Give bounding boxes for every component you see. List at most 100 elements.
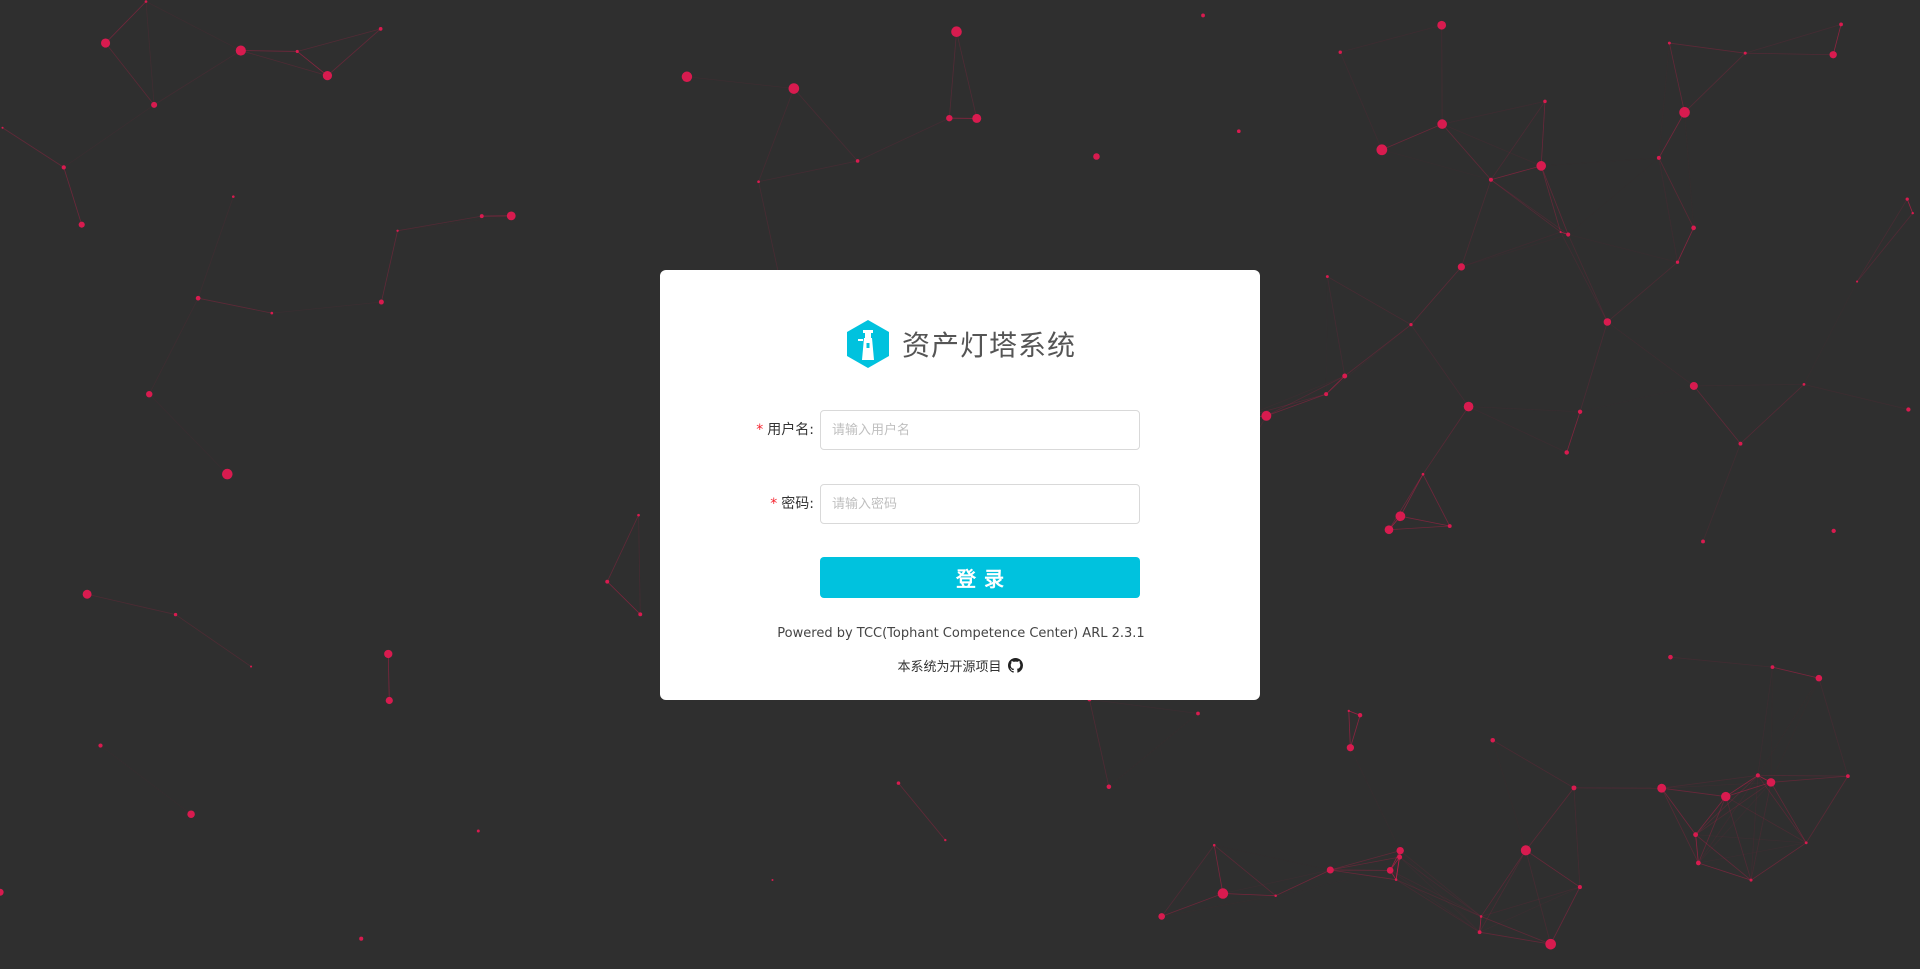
network-node [1342,373,1348,379]
network-node [221,468,233,480]
network-node [1479,915,1483,918]
network-link [758,181,780,275]
network-link [1560,231,1608,323]
network-link [948,31,957,119]
network-node [1217,888,1229,899]
network-link [1480,850,1527,917]
network-node [1338,50,1342,54]
network-node [1447,524,1452,528]
network-link [1568,234,1678,263]
network-link [1468,406,1567,453]
network-link [1325,375,1346,395]
network-link [63,104,155,168]
network-link [1461,234,1569,268]
network-node [1829,51,1837,59]
network-link [1222,869,1331,894]
network-link [1389,870,1480,933]
network-link [198,297,272,314]
network-node [605,579,610,584]
network-node [1212,843,1216,847]
network-link [380,230,398,303]
network-node [61,165,66,170]
network-node [1397,854,1403,860]
username-row: * 用户名: [660,410,1260,450]
network-link [1607,261,1678,323]
network-node [972,113,982,123]
network-link [240,50,328,77]
github-icon[interactable] [1007,658,1023,673]
network-node [1490,737,1496,743]
network-link [1213,845,1224,894]
network-node [195,295,201,301]
network-link [1856,198,1908,282]
network-link [1757,775,1807,844]
password-label: * 密码: [770,484,814,524]
network-node [146,390,153,398]
network-node [144,0,148,3]
app-title: 资产灯塔系统 [901,329,1076,362]
network-link [1659,43,1669,158]
network-node [187,810,195,818]
network-node [98,743,103,748]
network-link [1661,788,1699,864]
network-node [1158,913,1166,920]
network-node [476,829,480,833]
network-node [1394,878,1398,881]
network-link [1745,52,1834,56]
network-link [1213,844,1276,897]
network-link [105,1,147,44]
network-link [175,614,252,667]
network-node [250,665,253,668]
network-node [1384,525,1394,535]
network-node [384,649,393,659]
network-link [397,215,482,232]
network-link [1389,869,1482,917]
network-node [82,589,92,599]
network-link [1677,227,1694,263]
network-link [686,76,794,89]
network-link [1442,123,1542,167]
network-link [1461,231,1561,268]
password-input[interactable] [820,484,1140,524]
network-link [1388,473,1424,530]
login-button[interactable]: 登录 [820,557,1140,598]
network-node [1856,280,1859,283]
network-link [1661,774,1758,789]
network-link [1089,699,1110,787]
network-link [1490,101,1546,180]
network-link [1566,411,1581,453]
network-link [1856,212,1914,282]
network-node [855,159,860,163]
network-link [1772,666,1819,679]
network-node [1749,878,1753,882]
network-node [1201,13,1205,18]
network-node [1701,539,1705,544]
username-input[interactable] [820,410,1140,450]
network-link [1771,667,1772,782]
network-link [271,301,382,314]
network-node [1488,177,1493,182]
network-node [1839,22,1843,27]
network-node [1802,383,1806,386]
network-node [1668,654,1673,660]
network-node [1543,99,1547,104]
network-node [506,211,516,221]
network-link [1685,112,1694,228]
network-node [1324,392,1329,397]
network-link [1540,165,1569,235]
network-node [1386,867,1394,874]
network-link [857,117,950,162]
network-link [1758,678,1819,775]
network-node [1905,197,1909,201]
network-link [1698,862,1752,881]
network-link [1222,893,1276,897]
network-link [1568,158,1659,235]
network-link [1695,834,1752,881]
login-card: 资产灯塔系统 *用户名: *密码: 登录 Powered by TCC(Toph… [660,270,1260,700]
network-link [1266,393,1327,417]
network-link [1161,844,1215,917]
network-link [1350,747,1401,851]
network-link [1348,710,1351,748]
network-node [1766,778,1776,787]
network-link [1266,375,1345,417]
